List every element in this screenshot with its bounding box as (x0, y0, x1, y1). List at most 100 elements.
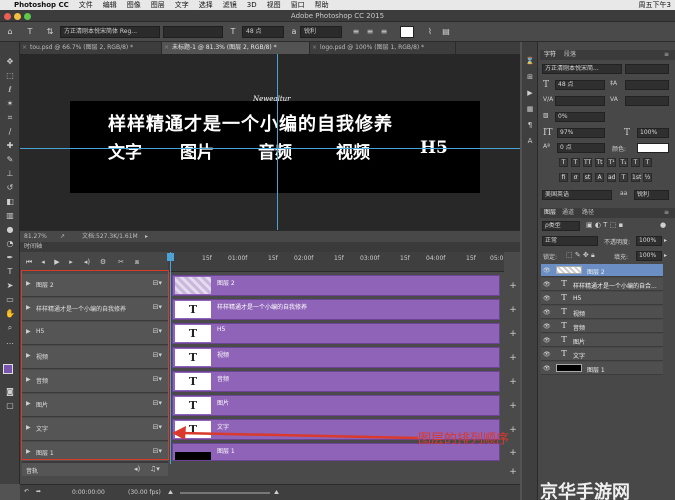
fill-dropdown-icon[interactable]: ▸ (664, 252, 667, 259)
char-tracking-select[interactable] (625, 96, 669, 106)
opentype-1st-button[interactable]: 1st (631, 173, 641, 182)
panel-menu-icon[interactable]: ≡ (664, 50, 669, 60)
add-media-button[interactable]: + (508, 328, 518, 340)
current-timecode[interactable]: 0:00:00:00 (72, 489, 105, 496)
horizontal-guide[interactable] (20, 148, 520, 149)
swatches-panel-icon[interactable]: ▦ (525, 104, 535, 114)
fill-field[interactable]: 100% (636, 251, 662, 261)
opacity-dropdown-icon[interactable]: ▸ (664, 237, 667, 244)
visibility-eye-icon[interactable]: 👁︎ (543, 365, 551, 372)
add-media-button[interactable]: + (508, 352, 518, 364)
play-icon[interactable]: ▶ (52, 256, 62, 268)
vertical-guide[interactable] (277, 54, 278, 230)
clip-layer-2[interactable]: 图层 2 (172, 275, 500, 296)
dodge-tool-icon[interactable]: ◔ (3, 238, 17, 250)
character-panel-icon[interactable]: A (525, 136, 535, 146)
visibility-eye-icon[interactable]: 👁︎ (543, 323, 551, 330)
faux-bold-button[interactable]: T (559, 158, 568, 167)
char-baseline-field[interactable]: 0 点 (557, 143, 605, 153)
layer-row-text[interactable]: 👁︎ T 文字 (541, 348, 663, 361)
menu-layer[interactable]: 图层 (151, 0, 165, 10)
all-caps-button[interactable]: TT (583, 158, 592, 167)
close-tab-icon[interactable]: × (164, 42, 169, 54)
opentype-half-button[interactable]: ½ (643, 173, 652, 182)
blend-mode-select[interactable]: 正常 (542, 236, 598, 246)
type-tool-icon[interactable]: T (3, 266, 17, 278)
type-tool-preset-icon[interactable]: T (24, 26, 36, 38)
zoom-out-timeline-icon[interactable]: ⛰ (168, 489, 173, 497)
foreground-color-swatch[interactable] (3, 364, 13, 374)
layer-row-h5[interactable]: 👁︎ T H5 (541, 292, 663, 305)
eraser-tool-icon[interactable]: ◧ (3, 196, 17, 208)
layer-row-layer-2[interactable]: 👁︎ 图层 2 (541, 264, 663, 277)
home-icon[interactable]: ⌂ (4, 26, 16, 38)
magic-wand-tool-icon[interactable]: ✶ (3, 98, 17, 110)
menu-window[interactable]: 窗口 (291, 0, 305, 10)
timeline-ruler[interactable]: 15f 01:00f 15f 02:00f 15f 03:00f 15f 04:… (168, 252, 504, 272)
layer-row-audio[interactable]: 👁︎ T 音频 (541, 320, 663, 333)
tab-logo-psd[interactable]: × logo.psd @ 100% (图层 1, RGB/8) * (310, 42, 456, 54)
small-caps-button[interactable]: Tt (595, 158, 604, 167)
faux-italic-button[interactable]: T (571, 158, 580, 167)
tab-character[interactable]: 字符 (544, 50, 556, 60)
menu-filter[interactable]: 滤镜 (223, 0, 237, 10)
zoom-in-timeline-icon[interactable]: ⛰ (274, 489, 279, 497)
convert-frame-icon[interactable]: ↶ (24, 488, 29, 495)
gradient-tool-icon[interactable]: ▥ (3, 210, 17, 222)
visibility-eye-icon[interactable]: 👁︎ (543, 281, 551, 288)
panel-menu-icon[interactable]: ≡ (664, 208, 669, 218)
opentype-a-button[interactable]: A (595, 173, 604, 182)
layer-row-headline[interactable]: 👁︎ T 样样精通才是一个小编的自合... (541, 278, 663, 291)
lock-icons[interactable]: ⬚ ✎ ✥ 🔒︎ (566, 251, 595, 260)
actions-panel-icon[interactable]: ▶ (525, 88, 535, 98)
clip-h5[interactable]: T H5 (172, 323, 500, 344)
clip-headline[interactable]: T 样样精通才是一个小编的自我修养 (172, 299, 500, 320)
tab-untitled-1[interactable]: × 未标题-1 @ 81.3% (图层 2, RGB/8) * (162, 42, 310, 54)
layer-row-video[interactable]: 👁︎ T 视频 (541, 306, 663, 319)
path-selection-tool-icon[interactable]: ➤ (3, 280, 17, 292)
visibility-eye-icon[interactable]: 👁︎ (543, 337, 551, 344)
visibility-eye-icon[interactable]: 👁︎ (543, 295, 551, 302)
underline-button[interactable]: T (631, 158, 640, 167)
audio-volume-icon[interactable]: ◂) (134, 465, 140, 473)
tab-channels[interactable]: 通道 (562, 208, 574, 218)
paragraph-panel-icon[interactable]: ¶ (525, 120, 535, 130)
text-color-swatch[interactable] (400, 26, 414, 38)
move-tool-icon[interactable]: ✥ (3, 56, 17, 68)
char-language-select[interactable]: 美国英语 (542, 190, 612, 200)
align-center-icon[interactable]: ≡ (364, 26, 376, 38)
tab-paths[interactable]: 路径 (582, 208, 594, 218)
go-to-first-frame-icon[interactable]: ⏮ (24, 256, 34, 268)
opentype-t-button[interactable]: T (619, 173, 628, 182)
visibility-eye-icon[interactable]: 👁︎ (543, 267, 551, 274)
tab-tou-psd[interactable]: × tou.psd @ 66.7% (图层 2, RGB/8) * (20, 42, 162, 54)
subscript-button[interactable]: T₁ (619, 158, 628, 167)
app-menu[interactable]: Photoshop CC (14, 1, 69, 9)
layer-filter-kind-select[interactable]: ρ类型 (542, 221, 580, 231)
history-panel-icon[interactable]: ⌛ (525, 56, 535, 66)
antialias-select[interactable]: 锐利 (300, 26, 342, 38)
tab-layers[interactable]: 图层 (544, 208, 556, 218)
menu-type[interactable]: 文字 (175, 0, 189, 10)
menu-help[interactable]: 帮助 (315, 0, 329, 10)
menu-image[interactable]: 图像 (127, 0, 141, 10)
opentype-st-button[interactable]: st (583, 173, 592, 182)
pen-tool-icon[interactable]: ✒ (3, 252, 17, 264)
properties-panel-icon[interactable]: ⊞ (525, 72, 535, 82)
render-video-icon[interactable]: ➦ (36, 488, 41, 495)
shape-tool-icon[interactable]: ▭ (3, 294, 17, 306)
char-antialias-select[interactable]: 锐利 (634, 190, 669, 200)
history-brush-tool-icon[interactable]: ↺ (3, 182, 17, 194)
menu-select[interactable]: 选择 (199, 0, 213, 10)
char-horizontal-scale-field[interactable]: 100% (637, 128, 669, 138)
split-clip-icon[interactable]: ✂ (116, 256, 126, 268)
char-vertical-scale-field[interactable]: 97% (557, 128, 605, 138)
font-size-select[interactable]: 48 点 (242, 26, 284, 38)
char-kerning-select[interactable] (555, 96, 605, 106)
opacity-field[interactable]: 100% (636, 236, 662, 246)
layer-filter-icons[interactable]: ▣ ◐ T ⬚ ▪ (586, 221, 623, 229)
close-tab-icon[interactable]: × (312, 42, 317, 54)
clone-stamp-tool-icon[interactable]: ⊥ (3, 168, 17, 180)
menu-file[interactable]: 文件 (79, 0, 93, 10)
mute-audio-icon[interactable]: ◂) (82, 256, 92, 268)
